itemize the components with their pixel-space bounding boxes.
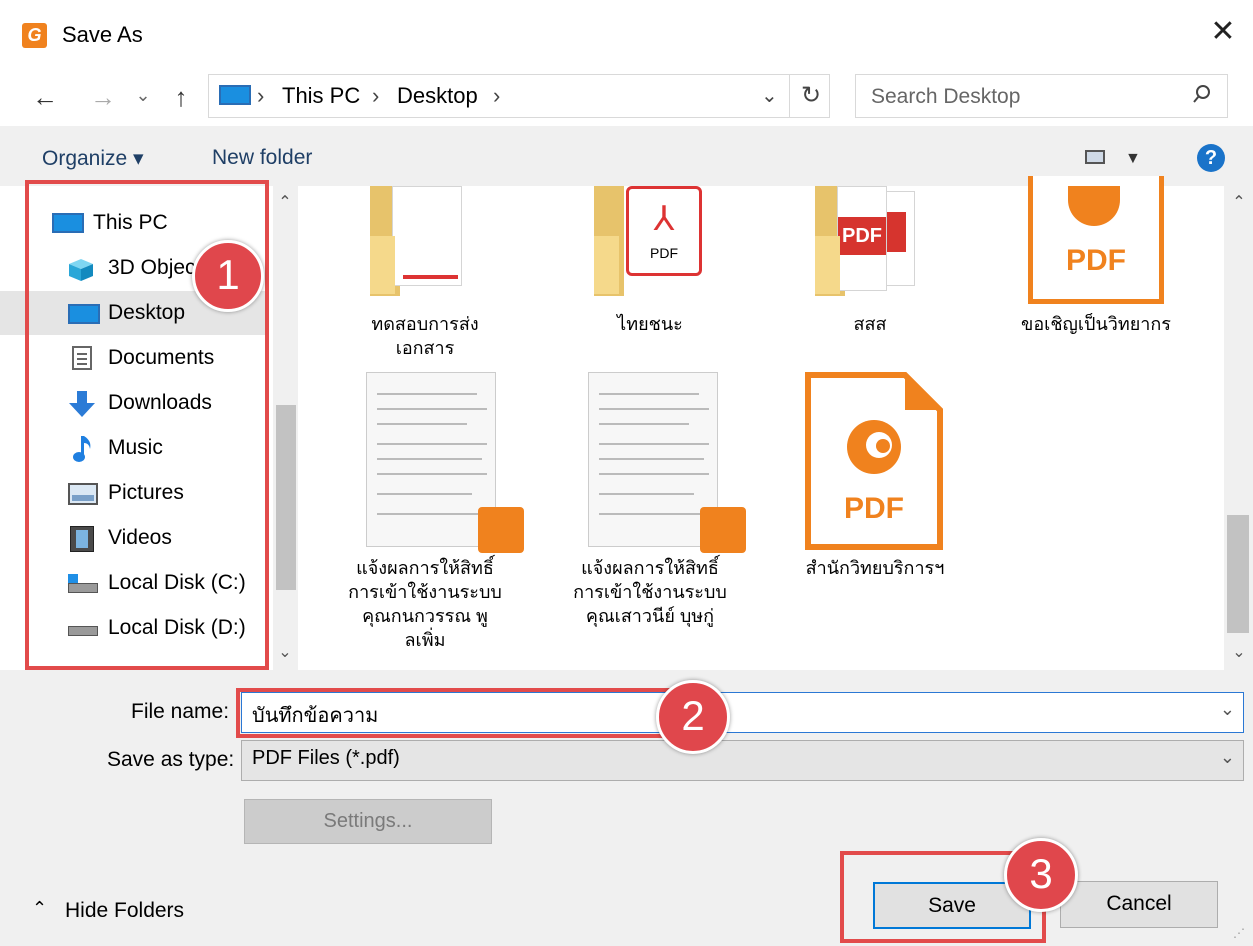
annotation-callout-3: 3 [1004,838,1078,912]
file-item-label[interactable]: แจ้งผลการให้สิทธิ์ การเข้าใช้งานระบบ คุณ… [330,556,520,652]
annotation-callout-2: 2 [656,680,730,754]
window-title: Save As [62,22,143,47]
file-item-icon[interactable] [588,372,750,553]
resize-grip-icon[interactable]: ⋰ [1233,926,1245,940]
chevron-down-icon[interactable]: ⌄ [761,83,778,108]
folder-front-icon [370,236,395,294]
document-sheet-icon [392,186,462,286]
file-item-icon[interactable]: PDF [1028,176,1164,306]
file-item-label[interactable]: สำนักวิทยบริการฯ [780,556,970,580]
file-item-label[interactable]: ไทยชนะ [555,312,745,336]
save-as-type-value[interactable]: PDF Files (*.pdf) [252,747,400,770]
file-name-label: File name: [131,700,230,723]
pdf-thumbnail-icon [366,372,496,547]
annotation-callout-1: 1 [192,240,264,312]
back-arrow-icon[interactable]: ← [30,82,60,112]
settings-button[interactable]: Settings... [244,799,492,844]
folder-front-icon [815,236,840,294]
computer-icon [219,85,251,105]
scroll-down-icon[interactable]: ⌄ [275,642,295,662]
foxit-badge-icon [700,507,746,553]
file-item-label[interactable]: ทดสอบการส่ง เอกสาร [330,312,520,360]
chevron-up-icon[interactable]: ⌃ [32,898,47,919]
breadcrumb-this-pc[interactable]: This PC [282,83,360,109]
breadcrumb-desktop[interactable]: Desktop [397,83,478,109]
forward-arrow-icon[interactable]: → [88,82,118,112]
address-bar[interactable]: › This PC › Desktop › ⌄ ↻ [208,74,830,118]
title-bar [0,0,1253,70]
chevron-down-icon[interactable]: ⌄ [1220,699,1235,720]
pdf-sheet-text: PDF [650,245,678,261]
file-list-scroll-thumb[interactable] [1227,515,1249,633]
up-arrow-icon[interactable]: ↑ [166,82,196,112]
view-dropdown-icon[interactable]: ▼ [1125,150,1141,168]
organize-button[interactable]: Organize ▾ [42,146,144,171]
pdf-icon-text: PDF [1066,244,1126,277]
scroll-up-icon[interactable]: ⌃ [1229,192,1249,212]
breadcrumb-separator: › [257,83,265,108]
file-item-icon[interactable]: ⅄ PDF [594,186,704,306]
file-item-icon[interactable] [370,186,480,306]
pdf-thumbnail-icon [588,372,718,547]
file-item-icon[interactable]: PDF [805,372,943,550]
scroll-up-icon[interactable]: ⌃ [275,192,295,212]
sidebar-scroll-thumb[interactable] [276,405,296,590]
annotation-box-2 [236,688,686,738]
save-as-type-select[interactable]: PDF Files (*.pdf) ⌄ [241,740,1244,781]
foxit-app-icon: G [22,23,47,48]
help-icon[interactable]: ? [1197,144,1225,172]
breadcrumb-separator[interactable]: › [493,83,500,109]
search-field[interactable] [855,74,1228,119]
divider [789,75,790,117]
file-item-icon[interactable]: PDF [815,186,925,306]
search-icon[interactable] [1192,84,1212,104]
pdf-sheet-icon: PDF [837,186,887,291]
file-item-icon[interactable] [366,372,528,553]
hide-folders-button[interactable]: Hide Folders [65,899,184,923]
scroll-down-icon[interactable]: ⌄ [1229,642,1249,662]
refresh-icon[interactable]: ↻ [801,81,821,110]
cancel-button[interactable]: Cancel [1060,881,1218,928]
new-folder-button[interactable]: New folder [212,146,312,170]
pdf-sheet-icon: ⅄ PDF [626,186,702,276]
acrobat-mark-icon: ⅄ [653,200,675,238]
breadcrumb-separator: › [372,83,380,108]
save-as-type-label: Save as type: [107,748,235,771]
close-button[interactable]: ✕ [1208,17,1238,47]
chevron-down-icon[interactable]: ⌄ [1220,747,1235,768]
recent-locations-icon[interactable]: ⌄ [133,80,153,110]
file-item-label[interactable]: สสส [775,312,965,336]
search-input[interactable] [856,75,1193,119]
pdf-sheet-text: PDF [838,217,886,255]
view-options-icon[interactable] [1085,150,1105,164]
folder-front-icon [594,236,619,294]
foxit-badge-icon [478,507,524,553]
file-item-label[interactable]: แจ้งผลการให้สิทธิ์ การเข้าใช้งานระบบ คุณ… [555,556,745,628]
pdf-icon-text: PDF [844,492,904,525]
app-icon-letter: G [27,25,42,45]
file-item-label[interactable]: ขอเชิญเป็นวิทยากร [1000,312,1192,336]
